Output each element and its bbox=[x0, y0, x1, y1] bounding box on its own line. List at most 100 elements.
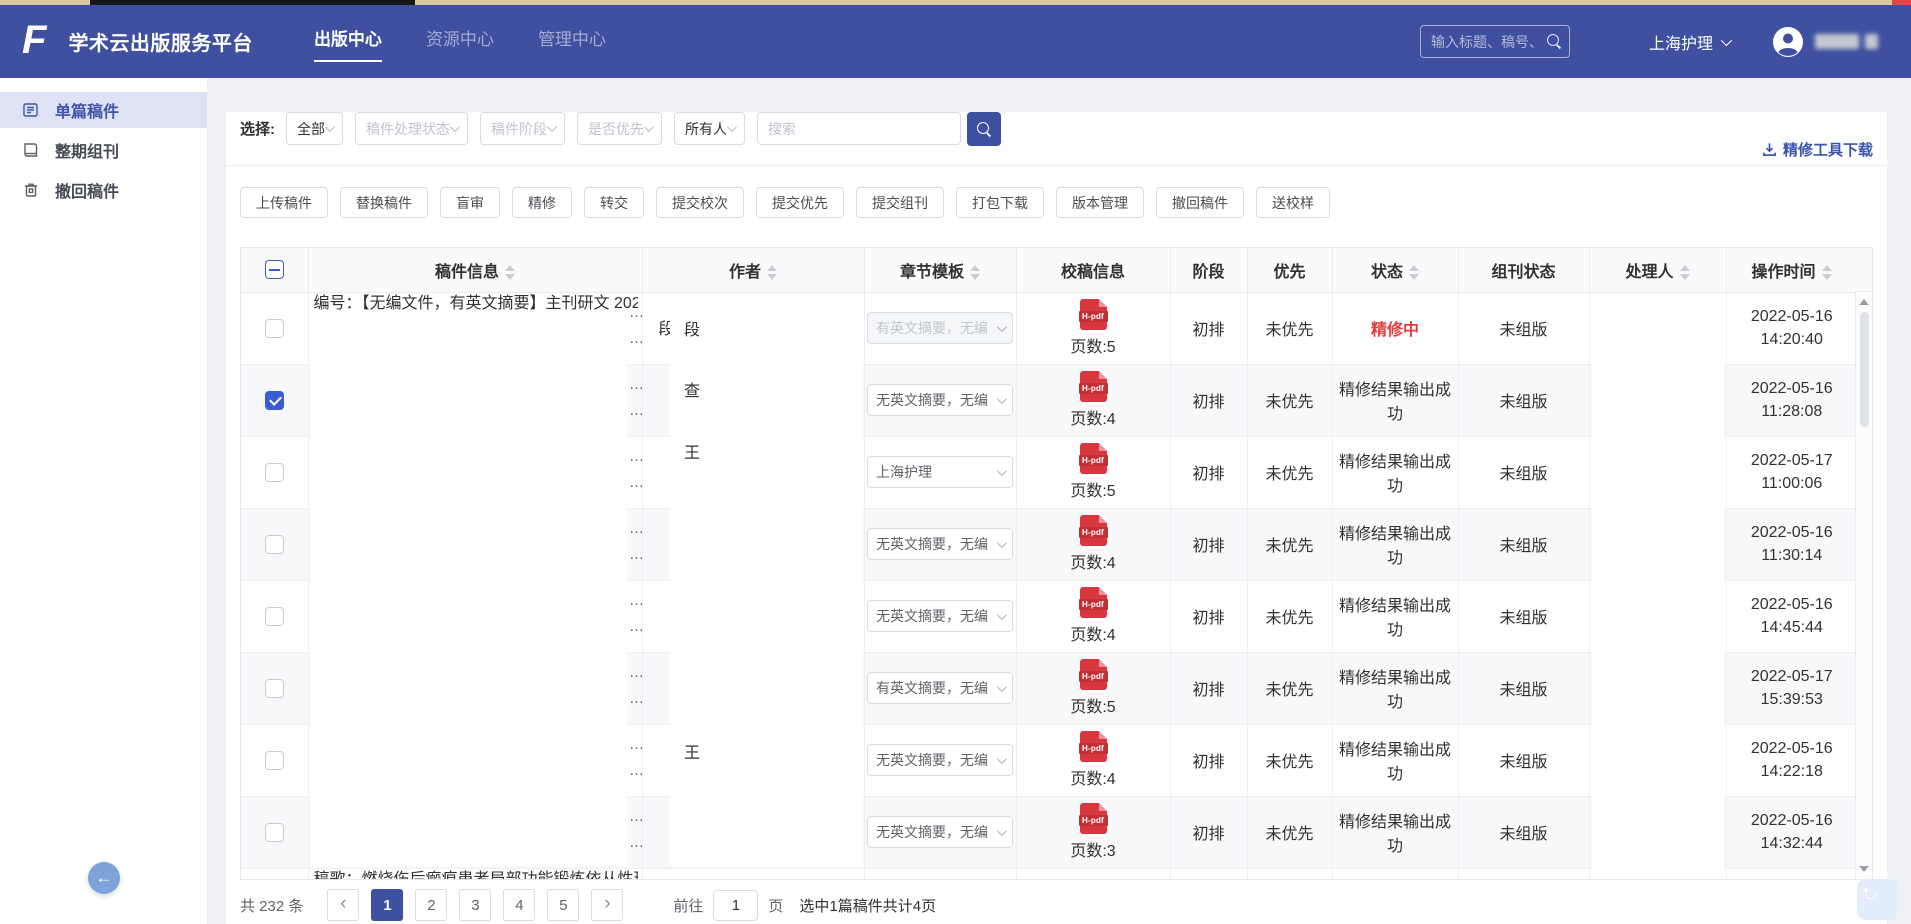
column-header[interactable]: 校稿信息 bbox=[1016, 248, 1170, 292]
filter-select[interactable]: 全部 bbox=[286, 112, 343, 145]
column-header-label: 操作时间 bbox=[1751, 264, 1815, 281]
stage-cell: 初排 bbox=[1170, 436, 1247, 508]
sort-icons[interactable] bbox=[767, 265, 777, 280]
chapter-template-select[interactable]: 有英文摘要，无编 bbox=[867, 312, 1013, 344]
column-header[interactable]: 章节模板 bbox=[864, 248, 1016, 292]
pdf-icon[interactable]: H-pdf bbox=[1080, 299, 1107, 330]
search-button[interactable] bbox=[967, 112, 1001, 146]
proof-info-cell: H-pdf 页数:4 bbox=[1016, 724, 1170, 796]
sort-icons[interactable] bbox=[505, 265, 515, 280]
next-page-button[interactable]: › bbox=[591, 889, 623, 921]
action-button[interactable]: 撤回稿件 bbox=[1156, 187, 1244, 218]
sidebar-item-single-manuscripts[interactable]: 单篇稿件 bbox=[0, 92, 207, 128]
filter-select[interactable]: 稿件阶段 bbox=[480, 112, 565, 145]
action-button[interactable]: 替换稿件 bbox=[340, 187, 428, 218]
goto-page-input[interactable] bbox=[713, 890, 758, 921]
column-header[interactable]: 操作时间 bbox=[1726, 248, 1857, 292]
book-icon bbox=[22, 141, 40, 159]
nav-item[interactable]: 出版中心 bbox=[314, 19, 382, 64]
user-avatar[interactable] bbox=[1772, 26, 1804, 58]
action-button[interactable]: 提交优先 bbox=[756, 187, 844, 218]
column-header[interactable]: 稿件信息 bbox=[308, 248, 642, 292]
filter-select[interactable]: 稿件处理状态 bbox=[355, 112, 468, 145]
pdf-icon[interactable]: H-pdf bbox=[1080, 803, 1107, 834]
action-button[interactable]: 上传稿件 bbox=[240, 187, 328, 218]
handler-cell bbox=[1589, 364, 1726, 436]
table-row: 无英文摘要，无编 H-pdf 页数:4 初排 bbox=[241, 364, 1857, 436]
row-checkbox[interactable] bbox=[265, 607, 284, 626]
row-checkbox[interactable] bbox=[265, 751, 284, 770]
action-button[interactable]: 盲审 bbox=[440, 187, 500, 218]
author-names bbox=[643, 471, 864, 473]
chapter-template-select[interactable]: 无英文摘要，无编 bbox=[867, 528, 1013, 560]
page-number-button[interactable]: 4 bbox=[503, 889, 535, 921]
filter-select[interactable]: 是否优先 bbox=[577, 112, 662, 145]
chevron-down-icon bbox=[450, 122, 460, 132]
action-button[interactable]: 送校样 bbox=[1256, 187, 1330, 218]
sort-icons[interactable] bbox=[1680, 265, 1690, 280]
column-header[interactable]: 阶段 bbox=[1170, 248, 1247, 292]
nav-item[interactable]: 管理中心 bbox=[538, 19, 606, 64]
action-button[interactable]: 版本管理 bbox=[1056, 187, 1144, 218]
pdf-icon[interactable]: H-pdf bbox=[1080, 659, 1107, 690]
pdf-icon[interactable]: H-pdf bbox=[1080, 371, 1107, 402]
chapter-template-select[interactable]: 无英文摘要，无编 bbox=[867, 744, 1013, 776]
page-number-button[interactable]: 5 bbox=[547, 889, 579, 921]
filter-search-input[interactable] bbox=[757, 112, 961, 145]
page-number-button[interactable]: 3 bbox=[459, 889, 491, 921]
sort-icons[interactable] bbox=[1409, 265, 1419, 280]
time-cell: 2022-05-1711:00:06 bbox=[1726, 436, 1857, 508]
table-scrollbar[interactable] bbox=[1855, 292, 1872, 879]
op-date: 2022-05-16 bbox=[1727, 737, 1858, 760]
action-button[interactable]: 精修 bbox=[512, 187, 572, 218]
row-checkbox[interactable] bbox=[265, 679, 284, 698]
pdf-icon[interactable]: H-pdf bbox=[1080, 515, 1107, 546]
column-header[interactable]: 状态 bbox=[1332, 248, 1458, 292]
column-header[interactable]: 优先 bbox=[1247, 248, 1332, 292]
action-button[interactable]: 提交校次 bbox=[656, 187, 744, 218]
handler-cell bbox=[1589, 724, 1726, 796]
prev-page-button[interactable]: ‹ bbox=[327, 889, 359, 921]
group-status-cell: 未组版 bbox=[1458, 508, 1589, 580]
chapter-template-select[interactable]: 无英文摘要，无编 bbox=[867, 816, 1013, 848]
column-header[interactable]: 处理人 bbox=[1589, 248, 1726, 292]
chapter-template-select[interactable]: 无英文摘要，无编 bbox=[867, 600, 1013, 632]
row-checkbox[interactable] bbox=[265, 319, 284, 338]
sort-icons[interactable] bbox=[970, 265, 980, 280]
sidebar-item-withdrawn[interactable]: 撤回稿件 bbox=[0, 172, 207, 208]
chapter-template-select[interactable]: 无英文摘要，无编 bbox=[867, 384, 1013, 416]
nav-item[interactable]: 资源中心 bbox=[426, 19, 494, 64]
pdf-icon[interactable]: H-pdf bbox=[1080, 731, 1107, 762]
filter-select[interactable]: 所有人 bbox=[674, 112, 745, 145]
row-checkbox[interactable] bbox=[265, 463, 284, 482]
scroll-up-icon[interactable] bbox=[1859, 297, 1869, 307]
priority-cell: 未优先 bbox=[1247, 508, 1332, 580]
pdf-icon[interactable]: H-pdf bbox=[1080, 443, 1107, 474]
column-header[interactable]: 组刊状态 bbox=[1458, 248, 1589, 292]
action-button[interactable]: 打包下载 bbox=[956, 187, 1044, 218]
action-button[interactable]: 提交组刊 bbox=[856, 187, 944, 218]
row-checkbox[interactable] bbox=[265, 823, 284, 842]
page-number-button[interactable]: 1 bbox=[371, 889, 403, 921]
column-header[interactable]: 作者 bbox=[642, 248, 864, 292]
sort-icons[interactable] bbox=[1822, 265, 1832, 280]
action-button[interactable]: 转交 bbox=[584, 187, 644, 218]
org-switcher[interactable]: 上海护理 bbox=[1649, 30, 1729, 54]
search-icon[interactable] bbox=[1546, 33, 1562, 49]
page-number-button[interactable]: 2 bbox=[415, 889, 447, 921]
sidebar-item-full-issues[interactable]: 整期组刊 bbox=[0, 132, 207, 168]
row-checkbox[interactable] bbox=[265, 391, 284, 410]
sidebar-item-label: 单篇稿件 bbox=[55, 98, 119, 122]
chapter-template-select[interactable]: 上海护理 bbox=[867, 456, 1013, 488]
op-date: 2022-05-16 bbox=[1727, 809, 1858, 832]
tool-link-label: 精修工具下载 bbox=[1783, 139, 1873, 160]
chat-widget-button[interactable] bbox=[1857, 879, 1898, 920]
chapter-template-select[interactable]: 有英文摘要，无编 bbox=[867, 672, 1013, 704]
scroll-down-icon[interactable] bbox=[1859, 864, 1869, 874]
row-checkbox[interactable] bbox=[265, 535, 284, 554]
scrollbar-thumb[interactable] bbox=[1860, 312, 1869, 427]
refine-tool-download-link[interactable]: 精修工具下载 bbox=[1762, 139, 1873, 160]
pdf-icon[interactable]: H-pdf bbox=[1080, 587, 1107, 618]
select-all-checkbox[interactable] bbox=[265, 260, 284, 279]
back-arrow-button[interactable]: ← bbox=[88, 862, 120, 894]
